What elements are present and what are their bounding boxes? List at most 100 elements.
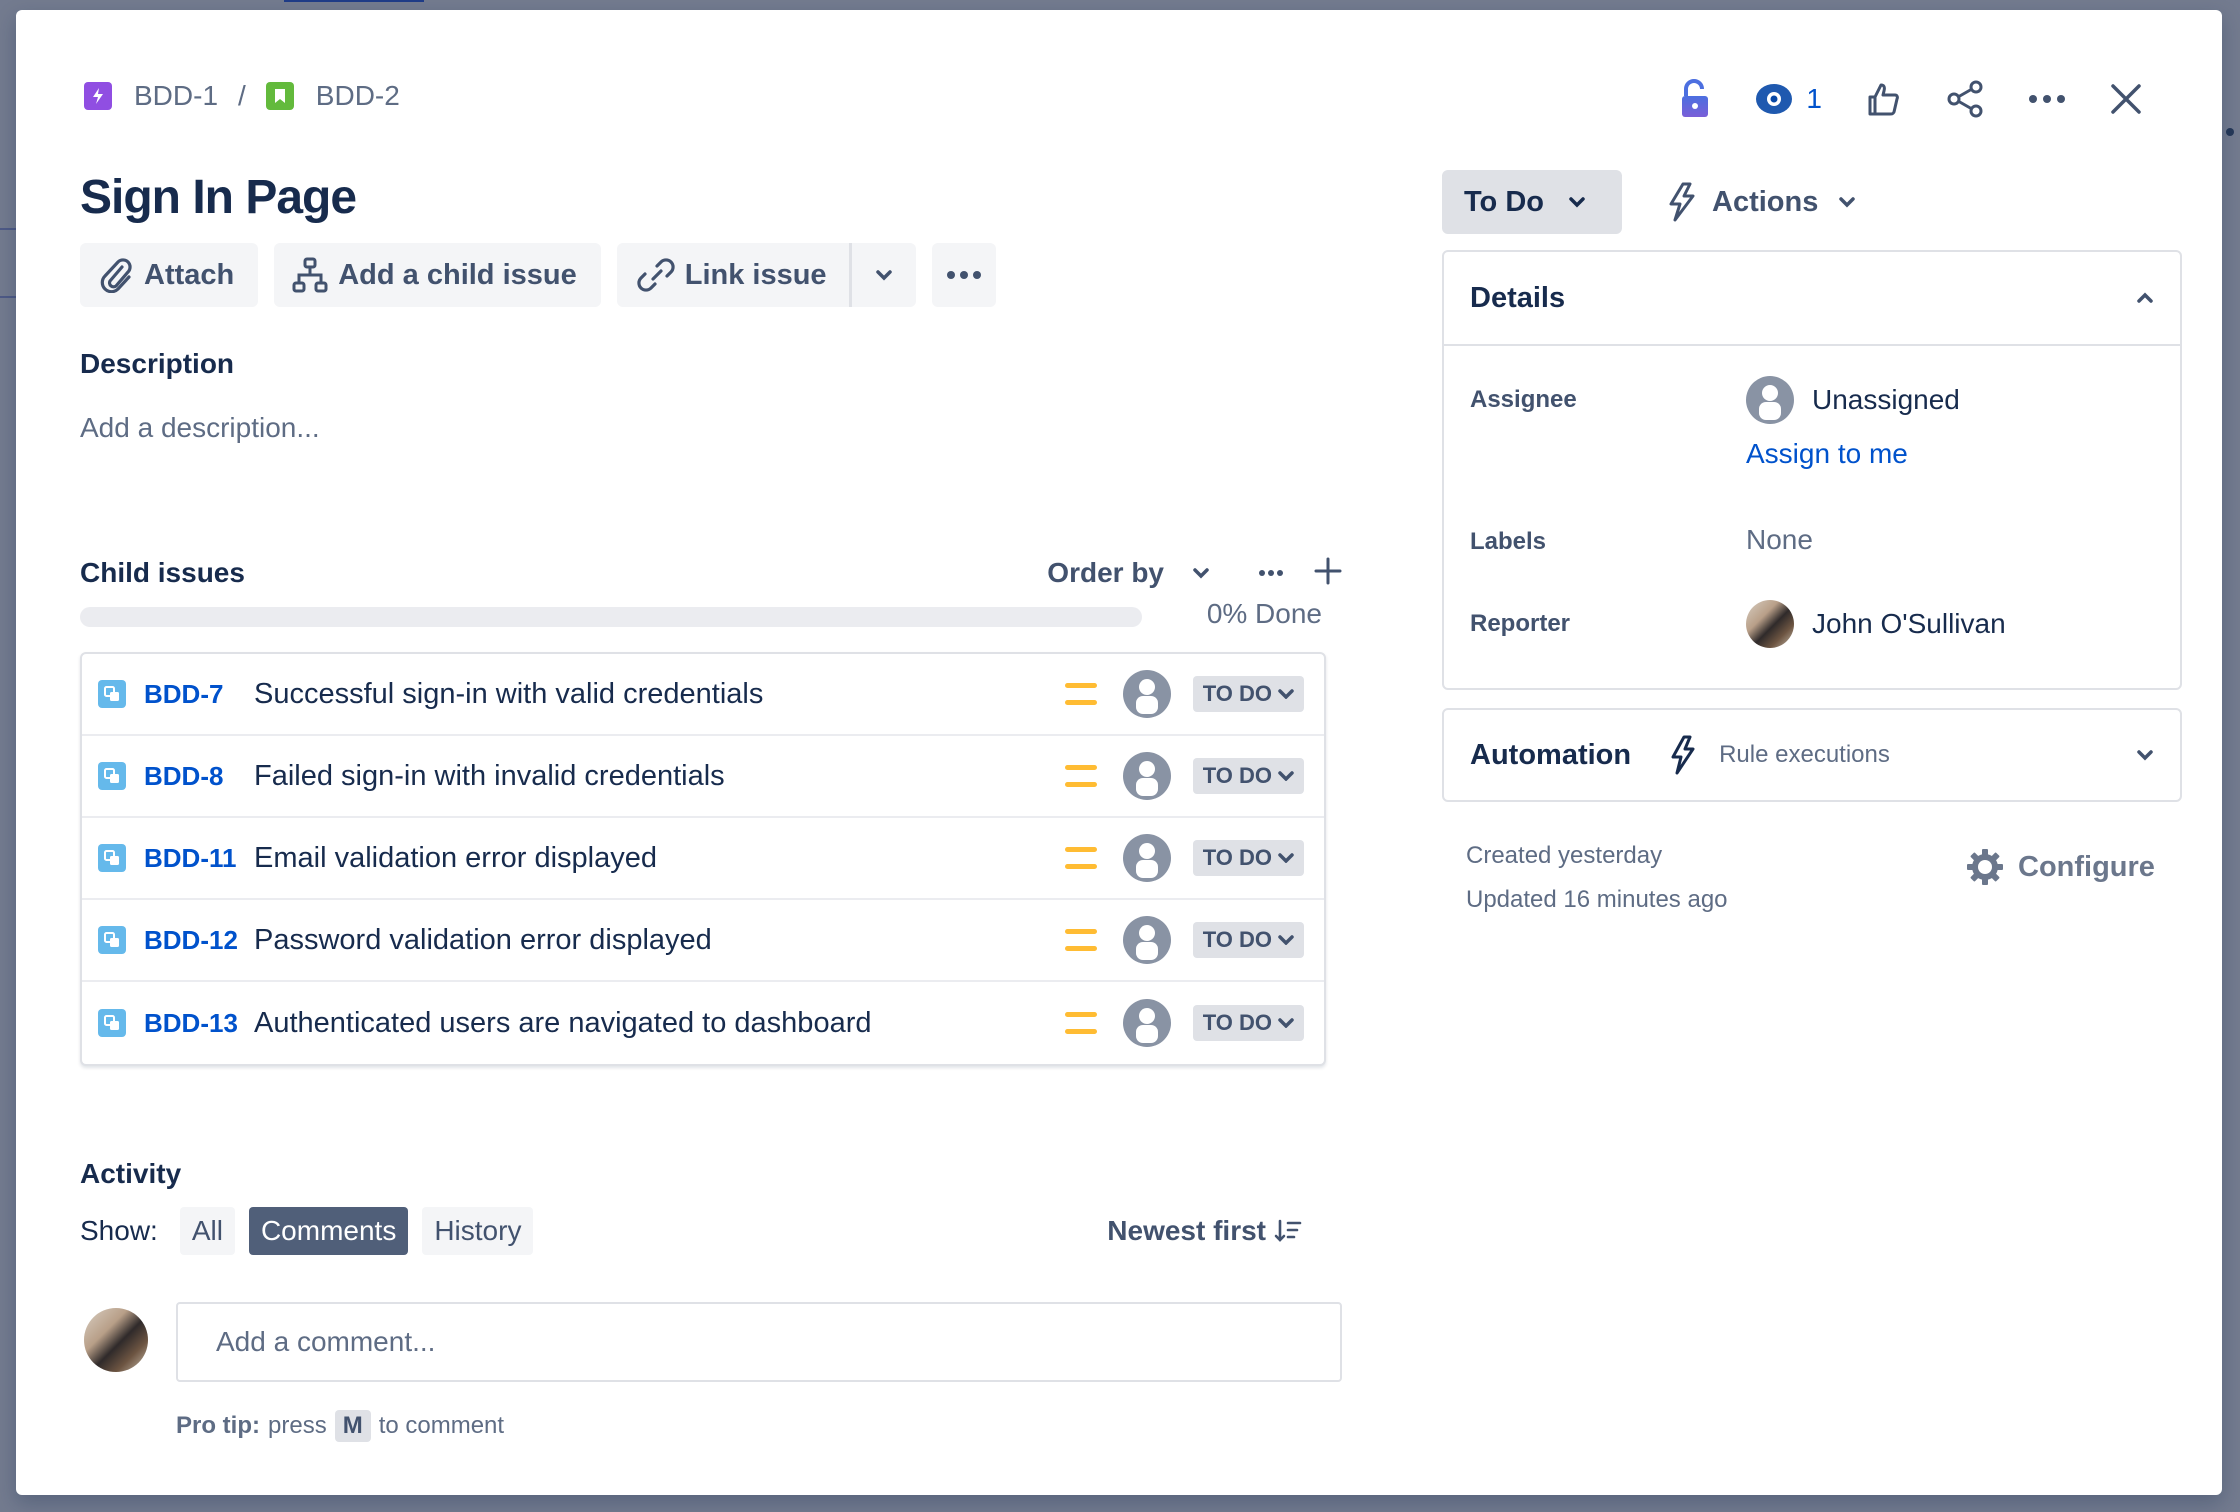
chevron-down-icon xyxy=(2137,750,2153,761)
child-issue-summary[interactable]: Email validation error displayed xyxy=(254,842,1065,875)
more-icon[interactable] xyxy=(2028,74,2066,124)
status-label: TO DO xyxy=(1202,927,1272,952)
unassigned-avatar[interactable] xyxy=(1122,916,1171,964)
filter-history[interactable]: History xyxy=(422,1207,534,1255)
unassigned-avatar xyxy=(1746,376,1794,424)
status-dropdown[interactable]: To Do xyxy=(1442,170,1622,234)
details-header[interactable]: Details xyxy=(1444,252,2180,346)
background-active-tab xyxy=(284,0,424,2)
more-actions-button[interactable] xyxy=(931,243,996,307)
link-issue-dropdown[interactable] xyxy=(852,243,916,307)
sort-order-button[interactable]: Newest first xyxy=(1107,1215,1302,1247)
assignee-label: Assignee xyxy=(1470,386,1577,413)
background-dot xyxy=(2226,128,2234,136)
updated-timestamp: Updated 16 minutes ago xyxy=(1466,886,1728,913)
child-issue-status-dropdown[interactable]: TO DO xyxy=(1192,758,1304,794)
labels-value[interactable]: None xyxy=(1746,524,1813,556)
chevron-down-icon xyxy=(1278,853,1294,863)
reporter-name: John O'Sullivan xyxy=(1812,608,2006,639)
breadcrumb: BDD-1 / BDD-2 xyxy=(84,80,400,112)
child-issue-key[interactable]: BDD-8 xyxy=(144,761,254,792)
rule-executions-label: Rule executions xyxy=(1719,741,1890,768)
paperclip-icon xyxy=(100,258,132,293)
issue-modal: BDD-1 / BDD-2 1 Sign In Page Attach Add … xyxy=(16,10,2222,1495)
chevron-down-icon xyxy=(1278,1018,1294,1028)
add-child-issue-button[interactable]: Add a child issue xyxy=(274,243,601,307)
child-issue-row[interactable]: BDD-8 Failed sign-in with invalid creden… xyxy=(82,736,1324,818)
lightning-icon xyxy=(1669,182,1695,222)
child-issue-summary[interactable]: Authenticated users are navigated to das… xyxy=(254,1007,1065,1040)
background-divider xyxy=(0,296,16,298)
assignee-value[interactable]: Unassigned xyxy=(1746,376,1960,424)
watch-count: 1 xyxy=(1806,83,1822,114)
child-issue-key[interactable]: BDD-12 xyxy=(144,925,254,956)
assign-to-me-link[interactable]: Assign to me xyxy=(1746,438,1908,470)
lock-open-icon[interactable] xyxy=(1680,74,1710,124)
link-issue-button[interactable]: Link issue xyxy=(617,243,852,307)
subtask-icon xyxy=(98,680,126,708)
epic-icon xyxy=(84,82,112,110)
automation-title: Automation xyxy=(1470,738,1632,771)
add-comment-input[interactable]: Add a comment... xyxy=(176,1302,1342,1382)
gear-icon xyxy=(1967,849,2003,885)
child-issue-status-dropdown[interactable]: TO DO xyxy=(1192,1005,1304,1041)
issue-toolbar: Attach Add a child issue Link issue xyxy=(80,243,996,307)
child-issue-row[interactable]: BDD-11 Email validation error displayed … xyxy=(82,818,1324,900)
add-child-plus-icon[interactable] xyxy=(1314,557,1342,590)
filter-all[interactable]: All xyxy=(179,1207,235,1255)
configure-button[interactable]: Configure xyxy=(1966,848,2155,886)
chevron-down-icon xyxy=(1193,568,1209,579)
priority-medium-icon xyxy=(1064,765,1097,787)
status-label: TO DO xyxy=(1202,763,1272,788)
child-issue-row[interactable]: BDD-7 Successful sign-in with valid cred… xyxy=(82,654,1324,736)
breadcrumb-current-link[interactable]: BDD-2 xyxy=(316,80,400,112)
child-issue-summary[interactable]: Password validation error displayed xyxy=(254,924,1065,957)
child-issue-row[interactable]: BDD-12 Password validation error display… xyxy=(82,900,1324,982)
share-icon[interactable] xyxy=(1946,74,1984,124)
activity-label: Activity xyxy=(80,1158,182,1189)
description-input[interactable]: Add a description... xyxy=(80,412,320,444)
child-issue-row[interactable]: BDD-13 Authenticated users are navigated… xyxy=(82,982,1324,1064)
child-issue-key[interactable]: BDD-13 xyxy=(144,1008,254,1039)
chevron-down-icon xyxy=(1278,935,1294,945)
add-child-issue-label: Add a child issue xyxy=(338,258,577,291)
thumbs-up-icon[interactable] xyxy=(1866,74,1902,124)
activity-filter-row: Show: All Comments History Newest first xyxy=(80,1206,1326,1256)
order-by-dropdown[interactable]: Order by xyxy=(1047,557,1210,589)
child-issue-key[interactable]: BDD-11 xyxy=(144,843,254,874)
watch-button[interactable]: 1 xyxy=(1754,74,1822,124)
unassigned-avatar[interactable] xyxy=(1122,752,1171,800)
child-issue-summary[interactable]: Failed sign-in with invalid credentials xyxy=(254,760,1065,793)
child-issues-label: Child issues xyxy=(80,557,245,588)
child-issue-summary[interactable]: Successful sign-in with valid credential… xyxy=(254,678,1065,711)
attach-button[interactable]: Attach xyxy=(80,243,259,307)
chevron-down-icon xyxy=(1569,197,1585,208)
chevron-down-icon xyxy=(1278,689,1294,699)
child-issue-status-dropdown[interactable]: TO DO xyxy=(1192,922,1304,958)
chevron-down-icon xyxy=(1278,771,1294,781)
child-issue-key[interactable]: BDD-7 xyxy=(144,679,254,710)
more-icon xyxy=(946,271,981,279)
link-issue-split-button: Link issue xyxy=(616,243,916,307)
actions-dropdown[interactable]: Actions xyxy=(1666,170,1856,234)
link-icon xyxy=(637,258,675,292)
order-by-label: Order by xyxy=(1047,557,1164,588)
automation-panel[interactable]: Automation Rule executions xyxy=(1442,708,2182,802)
keyboard-shortcut-key: M xyxy=(334,1410,371,1442)
filter-comments[interactable]: Comments xyxy=(248,1207,409,1255)
unassigned-avatar[interactable] xyxy=(1122,999,1171,1047)
issue-title[interactable]: Sign In Page xyxy=(80,170,357,225)
child-issues-more-icon[interactable] xyxy=(1258,564,1284,582)
reporter-field: Reporter John O'Sullivan xyxy=(1470,600,2006,648)
child-issue-status-dropdown[interactable]: TO DO xyxy=(1192,676,1304,712)
breadcrumb-parent-link[interactable]: BDD-1 xyxy=(134,80,218,112)
subtask-icon xyxy=(98,844,126,872)
priority-medium-icon xyxy=(1064,929,1097,951)
child-issue-status-dropdown[interactable]: TO DO xyxy=(1192,840,1304,876)
unassigned-avatar[interactable] xyxy=(1122,834,1171,882)
status-label: To Do xyxy=(1464,185,1544,218)
unassigned-avatar[interactable] xyxy=(1122,670,1171,718)
reporter-value[interactable]: John O'Sullivan xyxy=(1746,600,2006,648)
chevron-up-icon xyxy=(2137,292,2153,303)
close-icon[interactable] xyxy=(2110,74,2142,124)
